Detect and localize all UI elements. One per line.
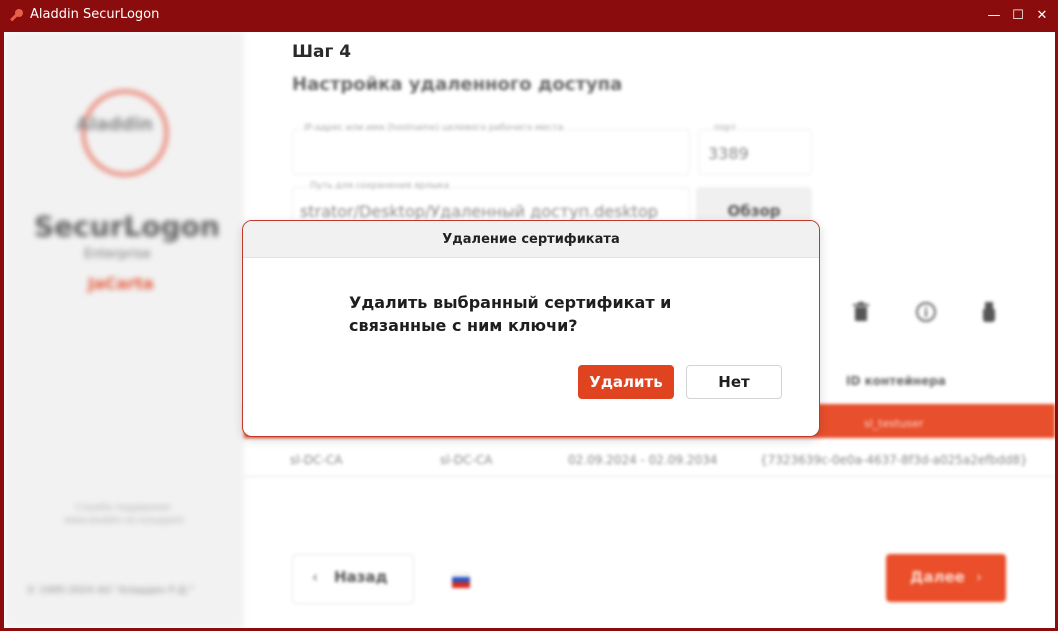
window-title: Aladdin SecurLogon (30, 7, 160, 22)
table-cell: {7323639c-0e0a-4637-8f3d-a025a2efbdd8} (760, 453, 1028, 467)
client-area: Aladdin SecurLogon Enterprise JaCarta Сл… (4, 32, 1055, 628)
confirm-delete-button[interactable]: Удалить (578, 365, 674, 399)
token-icon[interactable] (982, 302, 996, 322)
maximize-button[interactable]: ☐ (1010, 8, 1026, 24)
app-window: Aladdin SecurLogon — ☐ ✕ Aladdin SecurLo… (0, 0, 1058, 631)
port-label: порт (714, 123, 737, 133)
port-value: 3389 (708, 144, 749, 163)
info-icon[interactable] (916, 302, 936, 322)
dialog-message: Удалить выбранный сертификат и связанные… (349, 291, 709, 337)
chevron-left-icon: ‹ (312, 568, 318, 586)
dialog-message-line-1: Удалить выбранный сертификат и (349, 293, 672, 312)
chevron-right-icon: › (976, 568, 982, 586)
row-divider (244, 476, 1055, 477)
column-header-container-id: ID контейнера (846, 374, 946, 388)
delete-certificate-dialog: Удаление сертификата Удалить выбранный с… (242, 220, 820, 437)
dialog-message-line-2: связанные с ним ключи? (349, 316, 578, 335)
minimize-button[interactable]: — (986, 8, 1002, 24)
russian-flag-icon[interactable] (452, 572, 470, 588)
close-button[interactable]: ✕ (1034, 8, 1050, 24)
app-key-icon (10, 9, 23, 22)
host-label: IP-адрес или имя (hostname) целевого раб… (304, 123, 564, 133)
table-cell: sl-DC-CA (440, 453, 493, 467)
table-cell: 02.09.2024 - 02.09.2034 (568, 453, 718, 467)
host-input[interactable] (292, 129, 690, 175)
cancel-button[interactable]: Нет (686, 365, 782, 399)
back-button-label: Назад (334, 568, 388, 586)
trash-icon[interactable] (852, 302, 870, 322)
path-label: Путь для сохранения ярлыка (310, 181, 450, 191)
selected-row-container-id: sl_testuser (864, 417, 924, 430)
table-cell: sl-DC-CA (290, 453, 343, 467)
step-title: Настройка удаленного доступа (292, 74, 623, 95)
path-value: strator/Desktop/Удаленный доступ.desktop (300, 202, 658, 221)
dialog-title: Удаление сертификата (243, 221, 819, 258)
next-button-label: Далее (910, 568, 965, 586)
title-bar[interactable]: Aladdin SecurLogon — ☐ ✕ (0, 0, 1058, 32)
